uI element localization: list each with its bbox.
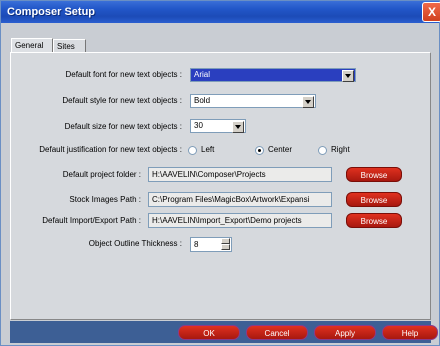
outline-thickness-spinner[interactable]: 8 [190, 237, 232, 252]
composer-setup-window: Composer Setup X General Sites Default f… [0, 0, 440, 346]
cancel-button[interactable]: Cancel [246, 325, 308, 340]
project-folder-field[interactable]: H:\AAVELIN\Composer\Projects [148, 167, 332, 182]
radio-center[interactable] [255, 146, 264, 155]
font-label: Default font for new text objects : [65, 70, 182, 79]
font-dropdown[interactable]: Arial [190, 68, 356, 82]
chevron-down-icon[interactable] [232, 121, 244, 133]
close-button[interactable]: X [422, 2, 440, 22]
outline-thickness-label: Object Outline Thickness : [88, 239, 182, 248]
help-button[interactable]: Help [382, 325, 438, 340]
size-dropdown[interactable]: 30 [190, 119, 246, 133]
import-export-browse-button[interactable]: Browse [346, 213, 402, 228]
chevron-down-icon[interactable] [342, 70, 354, 82]
style-value: Bold [194, 96, 211, 105]
import-export-field[interactable]: H:\AAVELIN\Import_Export\Demo projects [148, 213, 332, 228]
radio-right[interactable] [318, 146, 327, 155]
outline-thickness-value: 8 [194, 240, 199, 249]
chevron-down-icon[interactable] [302, 96, 314, 108]
font-value: Arial [194, 70, 211, 79]
general-panel [10, 52, 431, 320]
style-dropdown[interactable]: Bold [190, 94, 316, 108]
radio-left[interactable] [188, 146, 197, 155]
size-value: 30 [194, 121, 203, 130]
tab-sites[interactable]: Sites [53, 39, 86, 53]
stock-images-browse-button[interactable]: Browse [346, 192, 402, 207]
spin-down-icon[interactable] [221, 244, 230, 250]
title-bar: Composer Setup X [1, 1, 440, 23]
radio-left-label: Left [201, 145, 215, 154]
radio-center-label: Center [268, 145, 293, 154]
ok-button[interactable]: OK [178, 325, 240, 340]
project-folder-label: Default project folder : [62, 170, 141, 179]
stock-images-field[interactable]: C:\Program Files\MagicBox\Artwork\Expans… [148, 192, 332, 207]
window-title: Composer Setup [7, 6, 96, 18]
stock-images-label: Stock Images Path : [69, 195, 141, 204]
size-label: Default size for new text objects : [64, 122, 182, 131]
project-folder-browse-button[interactable]: Browse [346, 167, 402, 182]
justification-label: Default justification for new text objec… [39, 145, 182, 154]
apply-button[interactable]: Apply [314, 325, 376, 340]
radio-right-label: Right [331, 145, 350, 154]
import-export-label: Default Import/Export Path : [42, 216, 141, 225]
style-label: Default style for new text objects : [62, 96, 182, 105]
